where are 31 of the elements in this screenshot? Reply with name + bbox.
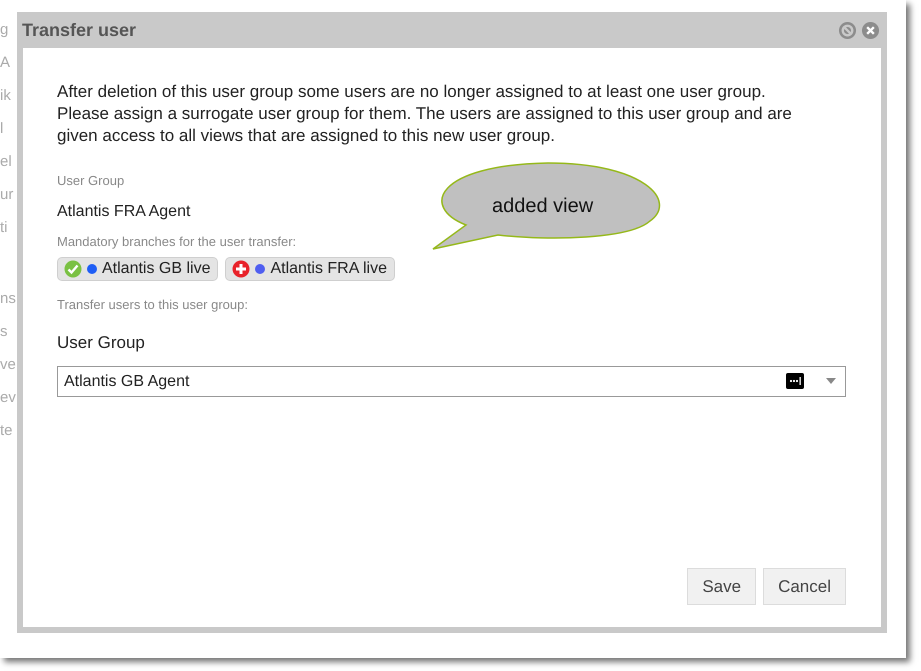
- branch-name: Atlantis FRA live: [270, 259, 387, 279]
- field-label: Mandatory branches for the user transfer:: [57, 232, 298, 251]
- keyboard-icon[interactable]: [786, 373, 804, 389]
- background-text: s: [0, 322, 8, 342]
- background-text: ik: [0, 86, 12, 106]
- background-text: l: [0, 119, 4, 139]
- background-text: ev: [0, 388, 17, 408]
- plus-icon: [232, 260, 250, 278]
- message: After deletion of this user group some users are no longer assigned to at least one user group. Please assign a surrogate user group for them. The users are assigned to this user group and are given access to all views that are assigned to this new user group.: [57, 81, 793, 147]
- dropdown-arrow-icon[interactable]: [826, 378, 836, 384]
- check-icon: [64, 260, 82, 278]
- dialog-title: Transfer user: [22, 18, 136, 42]
- cancel-button[interactable]: Cancel: [763, 568, 846, 605]
- save-button[interactable]: Save: [687, 568, 756, 605]
- user-group-field[interactable]: Atlantis GB Agent: [57, 366, 846, 397]
- background-text: ns: [0, 289, 17, 309]
- user-group-name: Atlantis FRA Agent: [57, 202, 190, 222]
- branch-name: Atlantis GB live: [102, 259, 210, 279]
- background-text: g: [0, 20, 10, 40]
- background-text: A: [0, 53, 12, 73]
- block-icon[interactable]: [838, 20, 857, 40]
- field-label: User Group: [57, 332, 146, 354]
- background-text: ur: [0, 185, 14, 205]
- background-text: el: [0, 152, 13, 172]
- callout-text: added view: [492, 194, 594, 219]
- background-text: ve: [0, 355, 17, 375]
- field-label: User Group: [57, 172, 126, 190]
- background-text: ti: [0, 218, 8, 238]
- field-label: Transfer users to this user group:: [57, 296, 249, 314]
- background-text: te: [0, 421, 14, 441]
- close-icon[interactable]: [861, 20, 880, 40]
